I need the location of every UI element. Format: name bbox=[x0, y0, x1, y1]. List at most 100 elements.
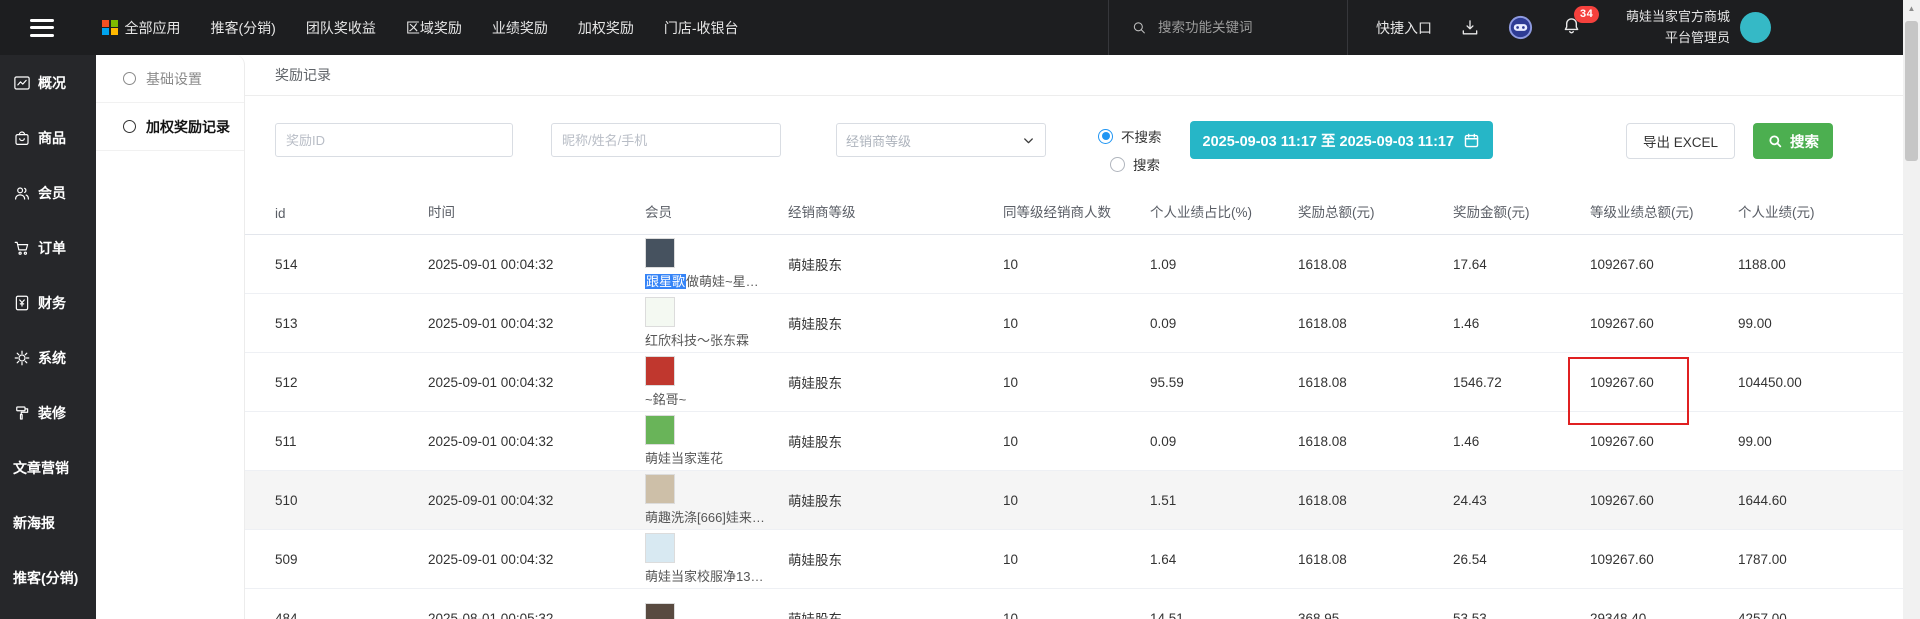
cell-level-total: 109267.60 bbox=[1590, 235, 1738, 293]
cell-id: 510 bbox=[275, 471, 428, 529]
search-button[interactable]: 搜索 bbox=[1753, 123, 1833, 159]
date-range-value: 2025-09-03 11:17 至 2025-09-03 11:17 bbox=[1203, 130, 1455, 151]
date-range-button[interactable]: 2025-09-03 11:17 至 2025-09-03 11:17 bbox=[1190, 121, 1494, 159]
cell-personal-total: 99.00 bbox=[1738, 412, 1903, 470]
top-nav-item[interactable]: 团队奖收益 bbox=[306, 18, 376, 38]
cell-time: 2025-09-01 00:04:32 bbox=[428, 530, 645, 588]
topbar-actions: 快捷入口 34 萌娃当家官方商城 平台管理员 bbox=[1108, 0, 1903, 55]
search-button-label: 搜索 bbox=[1790, 131, 1819, 152]
member-avatar[interactable] bbox=[645, 474, 675, 504]
quick-entry-link[interactable]: 快捷入口 bbox=[1376, 18, 1432, 38]
cell-personal-ratio: 14.51 bbox=[1150, 589, 1298, 619]
cell-id: 512 bbox=[275, 353, 428, 411]
top-nav-item[interactable]: 门店-收银台 bbox=[664, 18, 739, 38]
member-avatar[interactable] bbox=[645, 297, 675, 327]
sidebar-item[interactable]: 推客(分销) bbox=[0, 550, 96, 605]
nickname-input[interactable] bbox=[551, 123, 781, 157]
sidebar-item-label: 订单 bbox=[38, 238, 66, 258]
sidebar-item[interactable]: 装修 bbox=[0, 385, 96, 440]
table-row: 5142025-09-01 00:04:32跟星歌做萌娃~星…萌娃股东101.0… bbox=[245, 235, 1903, 294]
cell-peer-count: 10 bbox=[1003, 235, 1150, 293]
cell-reward-total: 1618.08 bbox=[1298, 412, 1453, 470]
radio-no-search[interactable]: 不搜索 bbox=[1098, 126, 1162, 146]
member-name: ~銘哥~ bbox=[645, 389, 686, 408]
member-avatar[interactable] bbox=[645, 603, 675, 619]
selected-text: 跟星歌 bbox=[645, 274, 686, 289]
account-info[interactable]: 萌娃当家官方商城 平台管理员 bbox=[1626, 7, 1730, 49]
sidebar-item[interactable]: 文章营销 bbox=[0, 440, 96, 495]
sidebar-item-label: 会员 bbox=[38, 183, 66, 203]
member-avatar[interactable] bbox=[645, 533, 675, 563]
sidebar-item-label: 新海报 bbox=[13, 513, 55, 533]
top-nav-item[interactable]: 加权奖励 bbox=[578, 18, 634, 38]
cell-peer-count: 10 bbox=[1003, 294, 1150, 352]
dealer-level-select[interactable]: 经销商等级 bbox=[836, 123, 1046, 157]
submenu-item[interactable]: 加权奖励记录 bbox=[96, 103, 244, 151]
export-excel-button[interactable]: 导出 EXCEL bbox=[1626, 123, 1735, 159]
table-row: 5112025-09-01 00:04:32萌娃当家莲花萌娃股东100.0916… bbox=[245, 412, 1903, 471]
member-name: 萌娃当家莲花 bbox=[645, 448, 723, 467]
member-avatar[interactable] bbox=[645, 415, 675, 445]
cell-time: 2025-09-01 00:04:32 bbox=[428, 353, 645, 411]
cell-peer-count: 10 bbox=[1003, 471, 1150, 529]
cell-reward-amount: 53.53 bbox=[1453, 589, 1590, 619]
cell-personal-total: 1787.00 bbox=[1738, 530, 1903, 588]
user-avatar[interactable] bbox=[1740, 12, 1771, 43]
global-search-input[interactable] bbox=[1156, 19, 1325, 36]
cell-member: 萌娃当家莲花 bbox=[645, 412, 788, 470]
top-nav-item[interactable]: 全部应用 bbox=[102, 18, 181, 38]
cell-id: 513 bbox=[275, 294, 428, 352]
role-name: 平台管理员 bbox=[1626, 28, 1730, 49]
cell-peer-count: 10 bbox=[1003, 530, 1150, 588]
sidebar-item[interactable]: 订单 bbox=[0, 220, 96, 275]
top-nav-item[interactable]: 推客(分销) bbox=[211, 18, 276, 38]
cell-level-total: 29348.40 bbox=[1590, 589, 1738, 619]
cell-id: 511 bbox=[275, 412, 428, 470]
submenu-item-label: 加权奖励记录 bbox=[146, 117, 230, 137]
main-panel: 奖励记录 经销商等级 不搜索 搜索 2025-09-03 11:17 至 bbox=[245, 55, 1903, 619]
column-header: 奖励总额(元) bbox=[1298, 201, 1453, 221]
sidebar-item-label: 概况 bbox=[38, 73, 66, 93]
search-icon bbox=[1767, 133, 1783, 149]
page-title: 奖励记录 bbox=[275, 65, 331, 85]
orders-cart-icon bbox=[13, 239, 31, 257]
table-row: 5092025-09-01 00:04:32萌娃当家校服净13…萌娃股东101.… bbox=[245, 530, 1903, 589]
top-nav-item[interactable]: 区域奖励 bbox=[406, 18, 462, 38]
column-header: 个人业绩(元) bbox=[1738, 201, 1903, 221]
radio-search[interactable]: 搜索 bbox=[1110, 154, 1162, 174]
sidebar-item[interactable]: 会员 bbox=[0, 165, 96, 220]
cell-personal-total: 1644.60 bbox=[1738, 471, 1903, 529]
submenu-item[interactable]: 基础设置 bbox=[96, 55, 244, 103]
scrollbar[interactable]: ▲ bbox=[1903, 0, 1920, 619]
global-search[interactable] bbox=[1108, 0, 1348, 55]
sidebar-item[interactable]: 商品 bbox=[0, 110, 96, 165]
reward-id-input[interactable] bbox=[275, 123, 513, 157]
sidebar-item[interactable]: 财务 bbox=[0, 275, 96, 330]
cell-dealer-level: 萌娃股东 bbox=[788, 235, 1003, 293]
top-nav-item-label: 团队奖收益 bbox=[306, 18, 376, 38]
scrollbar-thumb[interactable] bbox=[1905, 21, 1918, 161]
column-header: 时间 bbox=[428, 201, 645, 221]
cell-level-total: 109267.60 bbox=[1590, 294, 1738, 352]
sidebar-item[interactable]: 新海报 bbox=[0, 495, 96, 550]
cell-peer-count: 10 bbox=[1003, 353, 1150, 411]
dealer-level-value: 经销商等级 bbox=[846, 131, 911, 150]
cell-reward-total: 1618.08 bbox=[1298, 294, 1453, 352]
table-row: 5102025-09-01 00:04:32萌趣洗涤[666]娃来…萌娃股东10… bbox=[245, 471, 1903, 530]
sidebar-item[interactable]: 概况 bbox=[0, 55, 96, 110]
hamburger-menu-icon[interactable] bbox=[30, 19, 54, 37]
cell-reward-amount: 1.46 bbox=[1453, 294, 1590, 352]
column-header: 等级业绩总额(元) bbox=[1590, 201, 1738, 221]
download-icon[interactable] bbox=[1460, 18, 1480, 38]
scroll-up-arrow[interactable]: ▲ bbox=[1903, 0, 1920, 17]
cell-reward-total: 1618.08 bbox=[1298, 353, 1453, 411]
cell-personal-ratio: 1.51 bbox=[1150, 471, 1298, 529]
sidebar-item[interactable]: 系统 bbox=[0, 330, 96, 385]
robot-assistant-icon[interactable] bbox=[1507, 14, 1534, 41]
member-avatar[interactable] bbox=[645, 356, 675, 386]
notifications-button[interactable]: 34 bbox=[1561, 15, 1582, 41]
cell-peer-count: 10 bbox=[1003, 589, 1150, 619]
member-avatar[interactable] bbox=[645, 238, 675, 268]
top-nav-item[interactable]: 业绩奖励 bbox=[492, 18, 548, 38]
member-name: 萌娃当家校服净13… bbox=[645, 566, 763, 585]
